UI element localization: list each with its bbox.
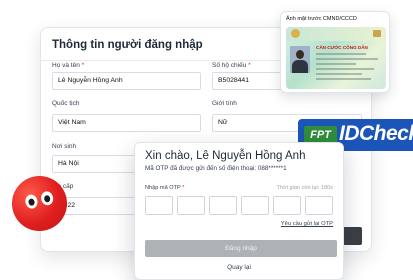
otp-label: Nhập mã OTP * [145,185,185,191]
resend-otp-link[interactable]: Yêu cầu gửi lại OTP [281,221,333,227]
portrait-photo [290,46,310,73]
login-button[interactable]: Đăng nhập [145,240,337,257]
nationality-label: Quốc tịch [52,100,80,107]
fullname-field[interactable]: Lê Nguyễn Hồng Anh [52,72,201,90]
otp-digit-input[interactable] [209,196,237,215]
otp-greeting: Xin chào, Lê Nguyễn Hồng Anh [145,150,306,162]
id-card-title: Ảnh mặt trước CMND/CCCD [286,16,357,22]
gender-label: Giới tính [212,100,237,107]
passport-label: Số hộ chiếu * [212,62,251,69]
otp-subtitle: Mã OTP đã được gửi đến số điện thoại: 08… [145,165,287,172]
otp-digit-input[interactable] [145,196,173,215]
id-card-image: CĂN CƯỚC CÔNG DÂN [286,27,386,89]
fullname-label: Họ và tên * [52,62,85,69]
id-card-preview[interactable]: Ảnh mặt trước CMND/CCCD CĂN CƯỚC CÔNG DÂ… [280,11,390,93]
otp-timer: Thời gian còn lại: 180s [276,185,333,191]
idcheck-wordmark: IDCheck [339,122,413,145]
otp-modal: Xin chào, Lê Nguyễn Hồng Anh Mã OTP đã đ… [134,142,344,280]
birthplace-label: Nơi sinh [52,143,77,150]
emblem-icon [291,29,300,38]
otp-digit-input[interactable] [241,196,269,215]
otp-digit-input[interactable] [177,196,205,215]
otp-digit-input[interactable] [273,196,301,215]
otp-digit-input[interactable] [305,196,333,215]
chip-icon [373,30,381,37]
id-card-heading: CĂN CƯỚC CÔNG DÂN [316,45,368,50]
page-title: Thông tin người đăng nhập [52,39,203,51]
nationality-field[interactable]: Việt Nam [52,114,201,132]
back-link[interactable]: Quay lại [135,264,343,271]
